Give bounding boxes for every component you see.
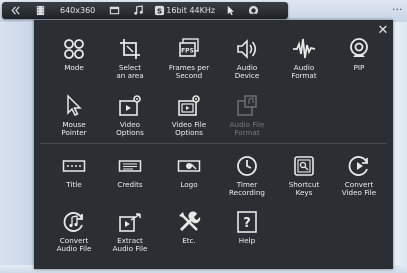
speaker-icon [235,37,259,61]
timer-icon [235,154,259,178]
extract-audio-file-label: Extract Audio File [112,236,148,254]
grid-circles-icon [62,37,86,61]
desktop-background-right [393,22,407,273]
video-size-button[interactable]: 640x360 [35,2,95,19]
convert-audio-file-button[interactable]: Convert Audio File [46,210,102,266]
convert-audio-file-label: Convert Audio File [56,236,92,254]
audio-format-label: 16bit 44KHz [166,6,216,15]
audio-format-setting-button[interactable]: Audio Format [276,37,332,93]
desktop-background-left [0,22,34,273]
extract-audio-file-button[interactable]: Extract Audio File [102,210,158,266]
record-window-button[interactable] [109,2,120,19]
timer-recording-label: Timer Recording [229,180,265,198]
frames-per-second-button[interactable]: FPS Frames per Second [161,37,217,93]
video-gear-icon [118,94,142,118]
tools-icon [177,210,201,234]
svg-text:FPS: FPS [181,48,194,55]
fps-label: Frames per Second [168,63,210,81]
close-button[interactable]: ✕ [377,23,389,38]
etc-button[interactable]: Etc. [161,210,217,266]
help-label: Help [238,236,256,245]
logo-icon [177,154,201,178]
credits-label: Credits [117,180,143,189]
audio-device-button[interactable]: Audio Device [219,37,275,93]
mouse-cursor-button[interactable] [225,2,236,19]
svg-text:?: ? [243,216,251,231]
audio-file-format-button[interactable]: Audio File Format [219,94,275,150]
pip-button[interactable]: PIP [331,37,387,93]
webcam-icon [347,37,371,61]
timer-recording-button[interactable]: Timer Recording [219,154,275,210]
mode-label: Mode [64,63,84,72]
music-note-icon [133,5,144,16]
convert-video-file-button[interactable]: Convert Video File [331,154,387,210]
shortcut-keys-label: Shortcut Keys [288,180,320,198]
resolution-label: 640x360 [60,6,96,15]
video-file-gear-icon [177,94,201,118]
film-icon [35,5,46,16]
video-options-label: Video Options [116,120,144,138]
window-icon [109,5,120,16]
credits-button[interactable]: Credits [102,154,158,210]
cursor-arrow-icon [225,5,236,16]
help-icon: ? [235,210,259,234]
webcam-button[interactable] [248,2,259,19]
overflow-ellipsis: ... [392,0,403,13]
audio-device-label: Audio Device [234,63,260,81]
svg-text:S: S [157,6,162,15]
fps-icon: FPS [177,37,201,61]
credits-icon [118,154,142,178]
audio-file-format-label: Audio File Format [229,120,265,138]
etc-label: Etc. [182,236,196,245]
title-button[interactable]: Title [46,154,102,210]
select-area-label: Select an area [116,63,144,81]
help-button[interactable]: ? Help [219,210,275,266]
convert-audio-icon [62,210,86,234]
pip-label: PIP [353,63,365,72]
webcam-circle-icon [248,5,259,16]
audio-s-badge-icon: S [154,5,165,16]
settings-panel: ✕ Mode Select an area FPS Frames per Sec… [34,20,393,269]
audio-file-icon [235,94,259,118]
convert-video-file-label: Convert Video File [341,180,377,198]
title-text-icon [62,154,86,178]
audio-format-setting-label: Audio Format [291,63,317,81]
mouse-pointer-icon [62,94,86,118]
convert-video-icon [347,154,371,178]
mode-button[interactable]: Mode [46,37,102,93]
shortcut-keys-button[interactable]: Shortcut Keys [276,154,332,210]
title-label: Title [66,180,82,189]
video-options-button[interactable]: Video Options [102,94,158,150]
extract-audio-icon [118,210,142,234]
mouse-pointer-label: Mouse Pointer [61,120,87,138]
logo-label: Logo [180,180,198,189]
shortcut-keys-icon [292,154,316,178]
recorder-toolbar: 640x360 S 16bit 44KHz [2,2,288,19]
select-area-button[interactable]: Select an area [102,37,158,93]
close-icon: ✕ [377,23,389,38]
double-chevron-left-icon [10,5,21,16]
mouse-pointer-button[interactable]: Mouse Pointer [46,94,102,150]
select-area-icon [118,37,142,61]
collapse-button[interactable] [10,2,21,19]
sound-button[interactable] [133,2,144,19]
section-divider [40,143,387,144]
video-file-options-button[interactable]: Video File Options [161,94,217,150]
logo-button[interactable]: Logo [161,154,217,210]
audio-format-button[interactable]: S 16bit 44KHz [154,2,215,19]
video-file-options-label: Video File Options [171,120,207,138]
waveform-icon [292,37,316,61]
